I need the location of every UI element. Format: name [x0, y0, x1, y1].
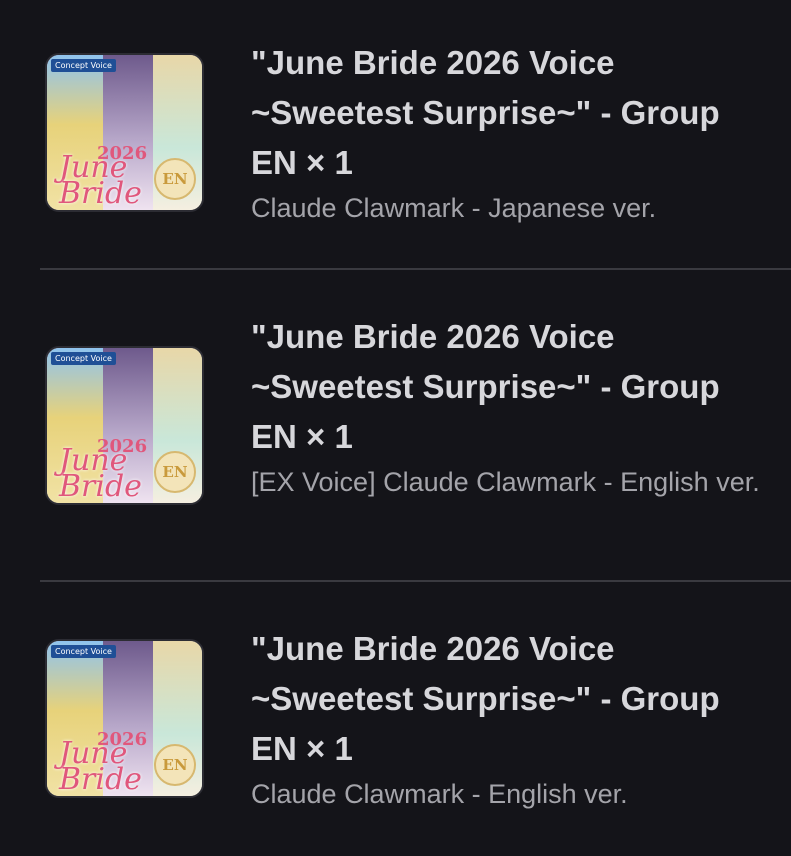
item-subtitle: [EX Voice] Claude Clawmark - English ver…: [251, 467, 760, 497]
list-item[interactable]: Concept Voice 2026 June Bride EN "June B…: [0, 582, 791, 856]
thumbnail-badge: EN: [154, 451, 196, 493]
thumbnail-badge: EN: [154, 158, 196, 200]
item-subtitle: Claude Clawmark - Japanese ver.: [251, 193, 657, 223]
item-thumbnail: Concept Voice 2026 June Bride EN: [45, 639, 204, 798]
item-title: "June Bride 2026 Voice ~Sweetest Surpris…: [251, 318, 720, 455]
list-item[interactable]: Concept Voice 2026 June Bride EN "June B…: [0, 0, 791, 270]
item-title: "June Bride 2026 Voice ~Sweetest Surpris…: [251, 630, 720, 767]
thumbnail-tag: Concept Voice: [51, 352, 116, 365]
thumbnail-tag: Concept Voice: [51, 59, 116, 72]
item-thumbnail: Concept Voice 2026 June Bride EN: [45, 346, 204, 505]
thumbnail-tag: Concept Voice: [51, 645, 116, 658]
item-title: "June Bride 2026 Voice ~Sweetest Surpris…: [251, 44, 720, 181]
item-subtitle: Claude Clawmark - English ver.: [251, 779, 628, 809]
purchase-item-list: Concept Voice 2026 June Bride EN "June B…: [0, 0, 791, 856]
thumbnail-badge: EN: [154, 744, 196, 786]
list-item[interactable]: Concept Voice 2026 June Bride EN "June B…: [0, 270, 791, 582]
item-thumbnail: Concept Voice 2026 June Bride EN: [45, 53, 204, 212]
